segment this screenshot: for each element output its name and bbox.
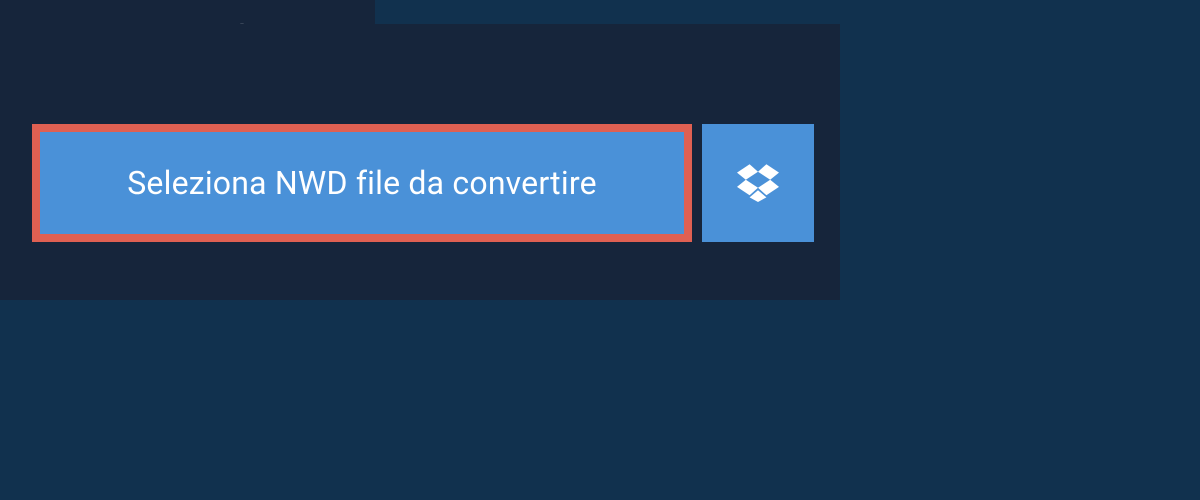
button-row: Seleziona NWD file da convertire [32,124,814,242]
dropbox-button[interactable] [702,124,814,242]
converter-panel: Seleziona NWD file da convertire [0,24,840,300]
select-file-button[interactable]: Seleziona NWD file da convertire [32,124,692,242]
select-file-label: Seleziona NWD file da convertire [127,164,597,202]
dropbox-icon [737,160,779,206]
